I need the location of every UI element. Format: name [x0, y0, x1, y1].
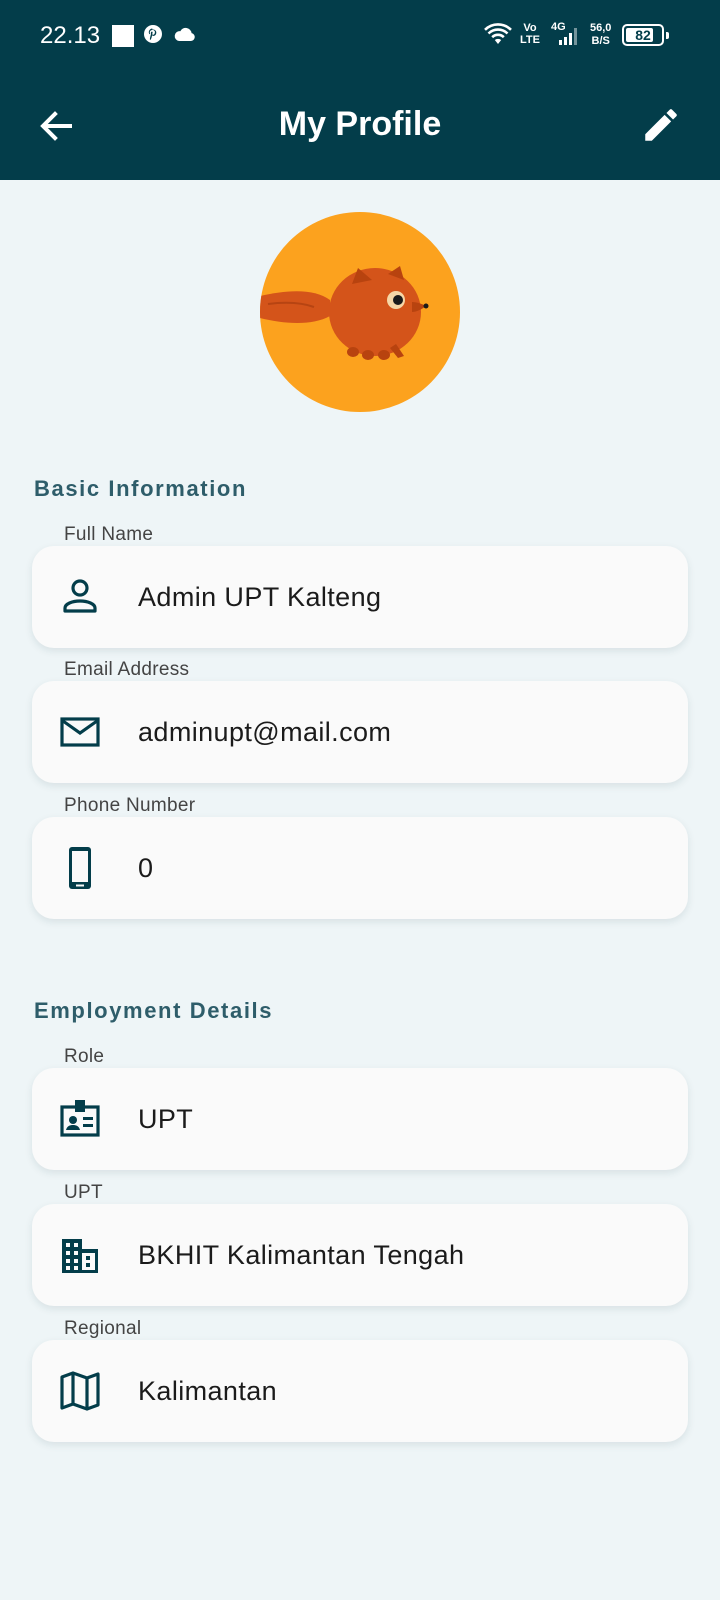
email-value: adminupt@mail.com [138, 717, 392, 747]
person-icon [63, 579, 97, 613]
pencil-edit-icon[interactable] [640, 104, 682, 146]
basic-info-heading: Basic Information [34, 476, 248, 501]
app-header: 22.13 Vo LTE 4G 56,0 B/S 82 My Profile [0, 0, 720, 180]
pinterest-icon [144, 25, 162, 43]
regional-value: Kalimantan [138, 1376, 278, 1406]
role-card[interactable]: UPT [32, 1068, 688, 1170]
network-speed: 56,0 B/S [590, 22, 611, 48]
battery-icon: 82 [622, 24, 669, 46]
fox-illustration [260, 266, 429, 360]
upt-label: UPT [64, 1182, 103, 1203]
role-label: Role [64, 1046, 105, 1067]
employment-heading: Employment Details [34, 998, 274, 1023]
upt-value: BKHIT Kalimantan Tengah [138, 1240, 465, 1270]
full-name-card[interactable]: Admin UPT Kalteng [32, 546, 688, 648]
phone-value: 0 [138, 853, 154, 883]
status-time: 22.13 [40, 22, 101, 49]
regional-label: Regional [64, 1318, 142, 1339]
battery-nub [666, 32, 669, 39]
email-label: Email Address [64, 659, 190, 680]
volte-indicator: Vo LTE [520, 22, 540, 46]
email-card[interactable]: adminupt@mail.com [32, 681, 688, 783]
speed-value: 56,0 [590, 22, 612, 34]
map-icon [60, 1371, 100, 1411]
full-name-label: Full Name [64, 524, 154, 545]
phone-icon [69, 847, 91, 889]
upt-card[interactable]: BKHIT Kalimantan Tengah [32, 1204, 688, 1306]
full-name-value: Admin UPT Kalteng [138, 582, 382, 612]
role-value: UPT [138, 1104, 194, 1134]
profile-avatar[interactable] [260, 212, 460, 412]
speed-unit: B/S [591, 35, 610, 47]
notification-square-icon [112, 25, 134, 47]
email-icon [60, 717, 100, 747]
signal-bars-icon [559, 28, 577, 45]
id-badge-icon [60, 1100, 100, 1137]
phone-label: Phone Number [64, 795, 196, 816]
volte-bottom-label: LTE [520, 34, 540, 46]
building-icon [62, 1239, 98, 1273]
cloud-icon [174, 27, 195, 41]
volte-top-label: Vo [523, 22, 537, 34]
battery-percent: 82 [635, 27, 651, 43]
wifi-icon [484, 23, 512, 44]
status-bar: 22.13 Vo LTE 4G 56,0 B/S 82 [0, 0, 720, 72]
regional-card[interactable]: Kalimantan [32, 1340, 688, 1442]
phone-card[interactable]: 0 [32, 817, 688, 919]
page-title: My Profile [278, 105, 442, 143]
cell-signal: 4G [551, 21, 583, 47]
